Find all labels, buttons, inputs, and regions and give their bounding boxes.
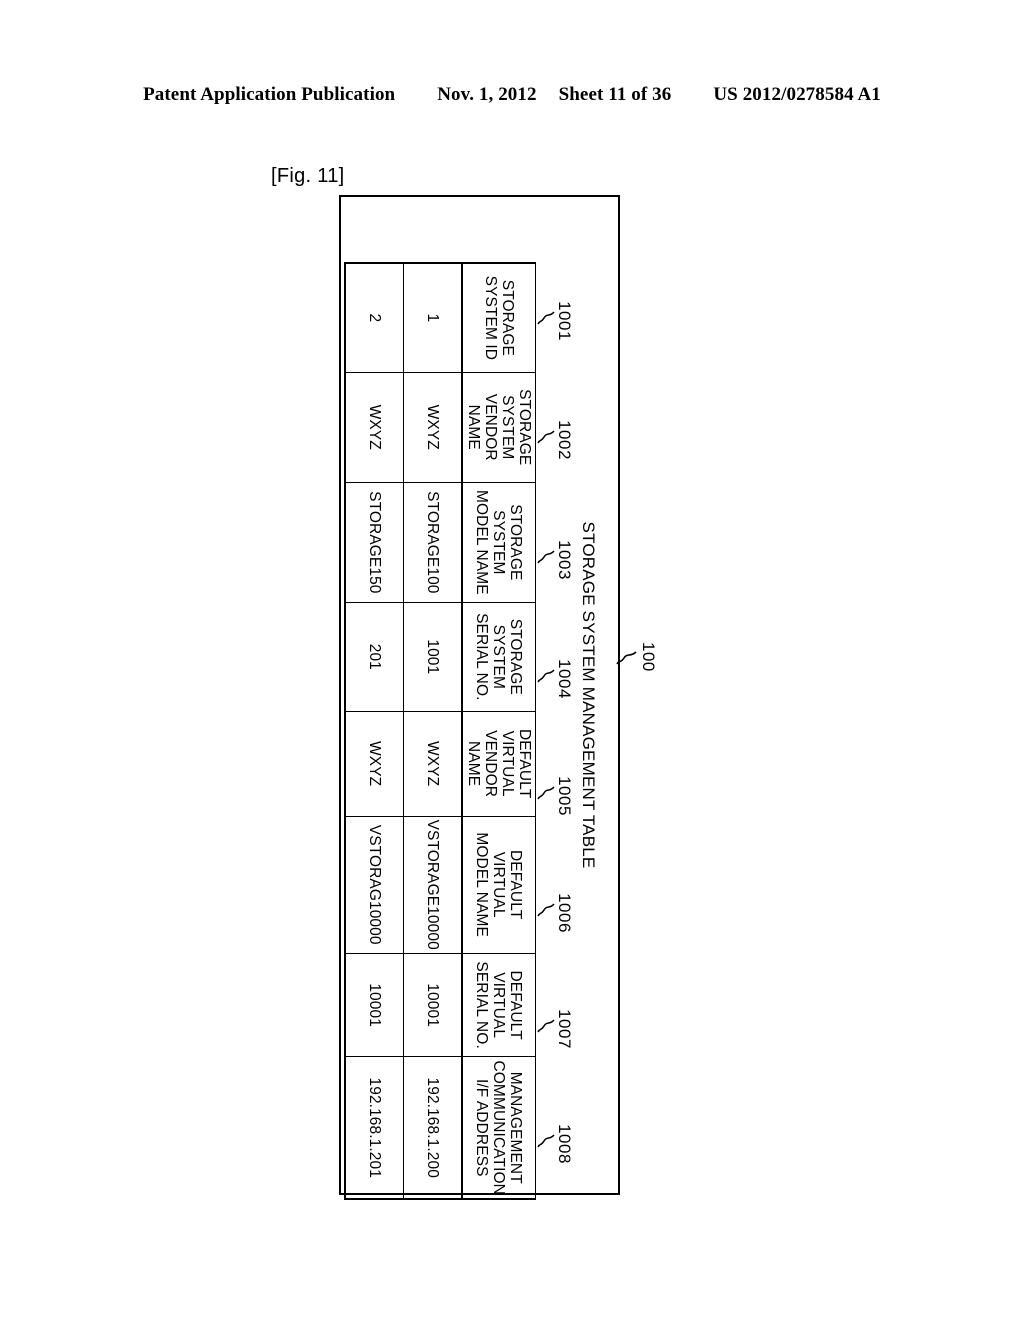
column-header-1003: STORAGE SYSTEM MODEL NAME	[462, 482, 536, 603]
publication-label: Patent Application Publication	[143, 84, 396, 105]
reference-number-text: 1003	[555, 540, 574, 580]
cell-r1-1001: 1	[403, 263, 462, 373]
figure-11-rotated-container: 100 STORAGE SYSTEM MANAGEMENT TABLE 1001…	[335, 195, 658, 1200]
reference-leader-line	[537, 550, 555, 564]
reference-leader-line	[537, 903, 555, 917]
reference-leader-line	[537, 311, 555, 325]
table-body: 1 WXYZ STORAGE100 1001 WXYZ VSTORAGE10000 1000…	[345, 263, 462, 1199]
cell-r2-1003: STORAGE150	[345, 482, 404, 603]
document-number: US 2012/0278584 A1	[713, 84, 881, 105]
column-reference-1004: 1004	[537, 620, 574, 738]
cell-r1-1004: 1001	[403, 602, 462, 712]
cell-r2-1006: VSTORAG10000	[345, 816, 404, 954]
cell-r1-1003: STORAGE100	[403, 482, 462, 603]
cell-r1-1008: 192.168.1.200	[403, 1056, 462, 1199]
reference-number-text: 1007	[555, 1009, 574, 1049]
sheet-number: Sheet 11 of 36	[558, 84, 672, 105]
column-reference-1001: 1001	[537, 262, 574, 380]
column-reference-1002: 1002	[537, 380, 574, 500]
table-title: STORAGE SYSTEM MANAGEMENT TABLE	[579, 521, 598, 869]
cell-r2-1008: 192.168.1.201	[345, 1056, 404, 1199]
cell-r1-1005: WXYZ	[403, 711, 462, 817]
column-header-1002: STORAGE SYSTEM VENDOR NAME	[462, 372, 536, 483]
reference-leader-line	[537, 430, 555, 444]
reference-leader-line	[537, 786, 555, 800]
table-header: STORAGE SYSTEM ID STORAGE SYSTEM VENDOR NAME…	[462, 263, 536, 1199]
column-reference-1007: 1007	[537, 972, 574, 1086]
column-reference-1003: 1003	[537, 500, 574, 620]
cell-r2-1004: 201	[345, 602, 404, 712]
figure-label: [Fig. 11]	[271, 165, 345, 187]
column-reference-1005: 1005	[537, 738, 574, 854]
reference-number-text: 1008	[555, 1124, 574, 1164]
table-row: 2 WXYZ STORAGE150 201 WXYZ VSTORAG10000 10001 1…	[345, 263, 404, 1199]
reference-number-text: 1006	[555, 893, 574, 933]
column-header-1007: DEFAULT VIRTUAL SERIAL NO.	[462, 953, 536, 1057]
cell-r2-1007: 10001	[345, 953, 404, 1057]
column-header-1005: DEFAULT VIRTUAL VENDOR NAME	[462, 711, 536, 817]
publication-date: Nov. 1, 2012	[437, 84, 537, 105]
storage-system-management-table: STORAGE SYSTEM ID STORAGE SYSTEM VENDOR NAME…	[344, 262, 536, 1200]
column-reference-1006: 1006	[537, 854, 574, 972]
reference-leader-line	[537, 1134, 555, 1148]
column-reference-1008: 1008	[537, 1086, 574, 1202]
column-reference-row: 1001 1002 1003 1004 1005 1006 1007 1008	[537, 262, 574, 1164]
figure-inner: 100 STORAGE SYSTEM MANAGEMENT TABLE 1001…	[335, 195, 658, 1200]
column-header-1001: STORAGE SYSTEM ID	[462, 263, 536, 373]
cell-r2-1005: WXYZ	[345, 711, 404, 817]
column-header-1006: DEFAULT VIRTUAL MODEL NAME	[462, 816, 536, 954]
table-row: 1 WXYZ STORAGE100 1001 WXYZ VSTORAGE10000 1000…	[403, 263, 462, 1199]
cell-r1-1007: 10001	[403, 953, 462, 1057]
cell-r1-1006: VSTORAGE10000	[403, 816, 462, 954]
cell-r1-1002: WXYZ	[403, 372, 462, 483]
reference-number-text: 1005	[555, 776, 574, 816]
cell-r2-1001: 2	[345, 263, 404, 373]
reference-number-text: 1002	[555, 420, 574, 460]
reference-leader-line	[537, 669, 555, 683]
column-header-1008: MANAGEMENT COMMUNICATION I/F ADDRESS	[462, 1056, 536, 1199]
reference-leader-line	[537, 1019, 555, 1033]
cell-r2-1002: WXYZ	[345, 372, 404, 483]
reference-number-text: 1001	[555, 301, 574, 341]
reference-100-label: 100	[639, 642, 658, 672]
column-header-1004: STORAGE SYSTEM SERIAL NO.	[462, 602, 536, 712]
reference-number-text: 1004	[555, 659, 574, 699]
header-row: STORAGE SYSTEM ID STORAGE SYSTEM VENDOR NAME…	[462, 263, 536, 1199]
patent-page-header: Patent Application Publication Nov. 1, 2…	[0, 84, 1024, 106]
